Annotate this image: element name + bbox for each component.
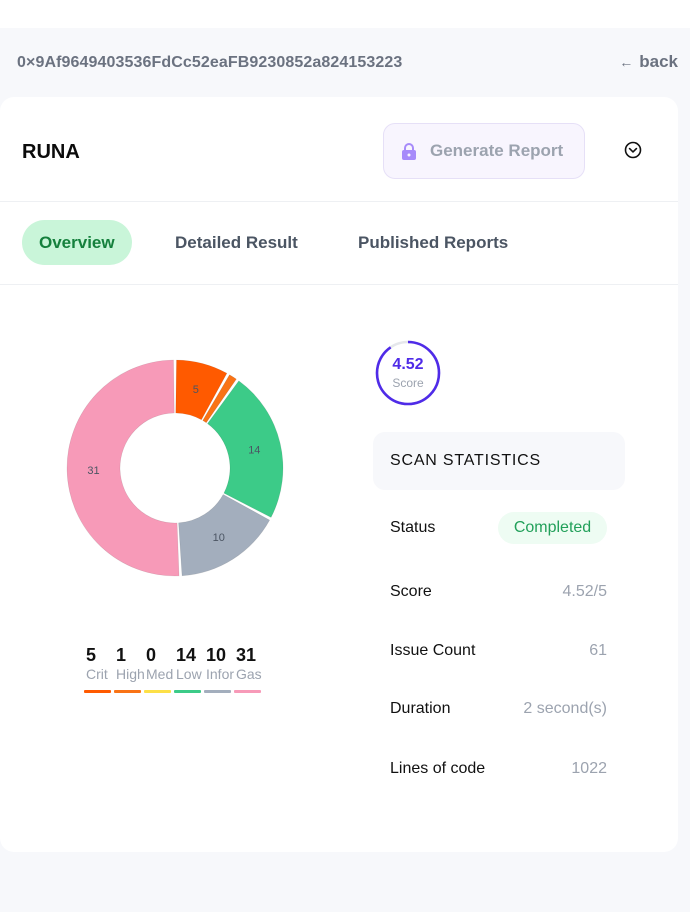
- legend-label: Infor: [206, 666, 234, 682]
- legend-item-gas: 31 Gas: [234, 645, 264, 693]
- back-label: back: [639, 52, 678, 71]
- legend-item-high: 1 High: [114, 645, 144, 693]
- card-header: RUNA Generate Report: [0, 97, 678, 202]
- top-bar: [0, 0, 690, 28]
- lines-of-code-value: 1022: [571, 760, 607, 777]
- legend-color-bar: [84, 690, 111, 693]
- legend-label: High: [116, 666, 144, 682]
- generate-report-button[interactable]: Generate Report: [383, 123, 585, 179]
- severity-donut-chart: 5 14 10 31: [66, 359, 284, 577]
- legend-count: 1: [116, 645, 127, 665]
- duration-label: Duration: [390, 700, 451, 717]
- generate-report-label: Generate Report: [430, 141, 564, 160]
- tab-published-reports[interactable]: Published Reports: [358, 220, 508, 265]
- chevron-down-icon[interactable]: [624, 141, 642, 159]
- status-badge: Completed: [498, 512, 607, 544]
- legend-count: 31: [236, 645, 257, 665]
- score-value: 4.52/5: [562, 583, 607, 600]
- back-link[interactable]: ← back: [619, 52, 678, 72]
- legend-label: Med: [146, 666, 174, 682]
- legend-count: 14: [176, 645, 197, 665]
- legend-item-med: 0 Med: [144, 645, 174, 693]
- status-label: Status: [390, 519, 436, 536]
- legend-item-low: 14 Low: [174, 645, 204, 693]
- legend-label: Crit: [86, 666, 108, 682]
- contract-address: 0×9Af9649403536FdCc52eaFB9230852a8241532…: [17, 54, 403, 71]
- legend-color-bar: [234, 690, 261, 693]
- legend-count: 5: [86, 645, 97, 665]
- lock-icon: [402, 142, 416, 160]
- legend-count: 10: [206, 645, 227, 665]
- scan-statistics-title: SCAN STATISTICS: [373, 432, 625, 490]
- project-name: RUNA: [22, 141, 80, 163]
- legend-label: Low: [176, 666, 202, 682]
- legend-color-bar: [174, 690, 201, 693]
- tab-overview[interactable]: Overview: [22, 220, 132, 265]
- score-gauge: 4.52 Score: [375, 340, 441, 406]
- donut-label-gas: 31: [87, 465, 99, 477]
- tab-detailed-result[interactable]: Detailed Result: [175, 220, 298, 265]
- legend-label: Gas: [236, 666, 262, 682]
- donut-label-crit: 5: [193, 384, 199, 396]
- score-label: Score: [390, 583, 432, 600]
- lines-of-code-label: Lines of code: [390, 760, 486, 777]
- legend-color-bar: [144, 690, 171, 693]
- legend-color-bar: [204, 690, 231, 693]
- issue-count-value: 61: [589, 642, 607, 659]
- issue-count-label: Issue Count: [390, 642, 476, 659]
- legend-item-infor: 10 Infor: [204, 645, 234, 693]
- legend-item-crit: 5 Crit: [84, 645, 114, 693]
- score-gauge-label: Score: [392, 376, 424, 390]
- legend-color-bar: [114, 690, 141, 693]
- back-arrow-icon: ←: [619, 54, 634, 70]
- donut-label-infor: 10: [213, 532, 225, 544]
- duration-value: 2 second(s): [523, 700, 607, 717]
- donut-label-low: 14: [248, 444, 260, 456]
- legend-count: 0: [146, 645, 157, 665]
- severity-legend: 5 Crit 1 High 0 Med 14 Low 10 Infor 31 Gas: [84, 645, 264, 693]
- score-gauge-value: 4.52: [392, 356, 424, 373]
- tab-bar: Overview Detailed Result Published Repor…: [0, 203, 678, 285]
- donut-slice-gas: [66, 359, 180, 577]
